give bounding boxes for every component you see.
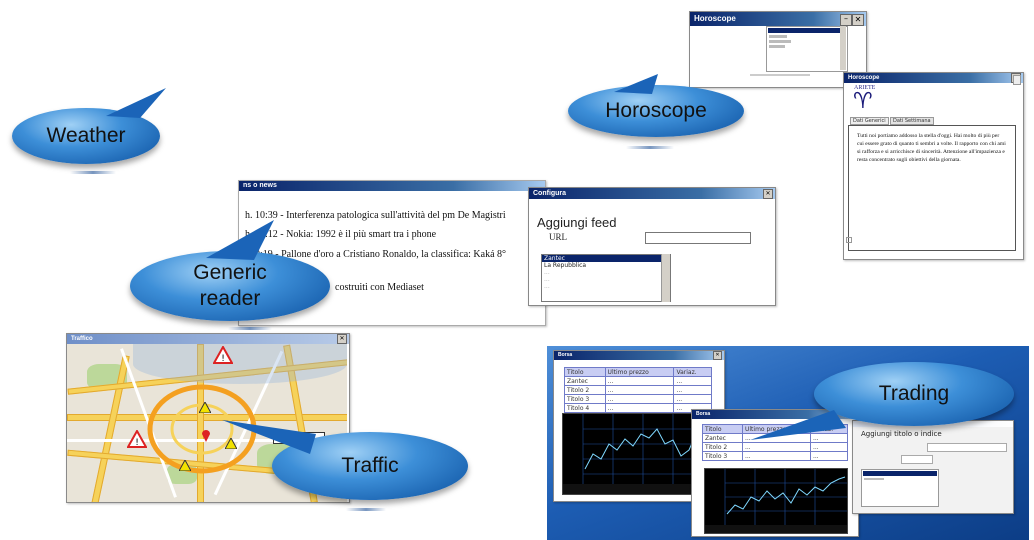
table-cell: ... xyxy=(604,394,675,404)
tab-dati-settimana[interactable]: Dati Settimana xyxy=(890,117,934,125)
traffic-reflection xyxy=(346,508,386,511)
close-button[interactable]: ✕ xyxy=(337,334,347,344)
horoscope-label: Horoscope xyxy=(605,99,707,122)
url-label: URL xyxy=(549,232,567,242)
feed-item[interactable]: ... xyxy=(542,269,670,276)
list-footer-text xyxy=(750,74,810,76)
table-header: Titolo xyxy=(702,424,743,434)
table-cell: ... xyxy=(673,394,712,404)
weather-bubble-tail xyxy=(106,88,166,118)
map-overlay xyxy=(133,344,347,384)
caution-icon[interactable] xyxy=(199,402,211,413)
table-row[interactable]: Titolo 2...... xyxy=(564,385,712,395)
reader-title: ns o news xyxy=(239,181,545,191)
price-chart-2 xyxy=(704,468,848,534)
table-cell: ... xyxy=(604,376,675,386)
horoscope-sign-title: Horoscope xyxy=(844,73,1023,83)
aries-icon: ♈ xyxy=(853,89,873,114)
generic-reader-bubble: Generic reader xyxy=(130,251,330,321)
close-button[interactable]: ✕ xyxy=(763,189,773,199)
market-select[interactable] xyxy=(901,455,933,464)
add-stock-heading: Aggiungi titolo o indice xyxy=(861,430,942,438)
table-cell: ... xyxy=(741,451,811,461)
weather-label: Weather xyxy=(46,124,126,147)
table-cell: Titolo 2 xyxy=(702,442,743,452)
table-cell: Titolo 3 xyxy=(564,394,606,404)
generic-reader-label-line2: reader xyxy=(199,287,261,310)
add-stock-window: Aggiungi titolo o indice xyxy=(852,420,1014,514)
stock-input[interactable] xyxy=(927,443,1007,452)
table-row[interactable]: Titolo 3...... xyxy=(564,394,712,404)
table-cell: Titolo 4 xyxy=(564,403,606,413)
trading-label: Trading xyxy=(878,382,950,405)
reader-line-1[interactable]: h. 10:39 - Interferenza patologica sull'… xyxy=(245,210,506,221)
caution-icon[interactable] xyxy=(179,460,191,471)
scroll-icon[interactable] xyxy=(1013,75,1021,85)
table-row[interactable]: Titolo 3...... xyxy=(702,451,849,461)
horoscope-list-window: Horoscope – ✕ xyxy=(689,11,867,88)
configure-title: Configura xyxy=(529,188,775,199)
url-input[interactable] xyxy=(645,232,751,244)
warning-icon[interactable]: ! xyxy=(213,346,233,364)
table-cell: ... xyxy=(604,385,675,395)
trading-title: Borsa xyxy=(554,351,724,360)
horoscope-bubble-tail xyxy=(614,74,658,94)
horoscope-sign-window: Horoscope ✕ ARIETE ♈ Dati Generici Dati … xyxy=(843,72,1024,260)
location-pin-icon[interactable] xyxy=(201,428,211,442)
horoscope-text-area: Tutti noi portiamo addosso la stella d'o… xyxy=(848,125,1016,251)
table-cell: Titolo 3 xyxy=(702,451,743,461)
generic-reader-label: Generic reader xyxy=(193,260,267,312)
table-cell: ... xyxy=(673,385,712,395)
table-header: Ultimo prezzo xyxy=(604,367,675,377)
close-button[interactable]: ✕ xyxy=(713,351,722,360)
table-cell: Zantec xyxy=(702,433,743,443)
table-header: Variaz. xyxy=(673,367,712,377)
table-cell: ... xyxy=(604,403,675,413)
close-button[interactable]: ✕ xyxy=(852,14,864,26)
feed-item[interactable]: ... xyxy=(542,283,670,290)
minimize-button[interactable]: – xyxy=(840,14,852,26)
feed-list-scrollbar[interactable] xyxy=(661,254,670,302)
horoscope-reflection xyxy=(626,146,674,149)
feed-list[interactable]: Zantec La Repubblica ... ... ... xyxy=(541,254,671,302)
svg-text:!: ! xyxy=(135,438,139,448)
table-row[interactable]: Titolo 4...... xyxy=(564,403,712,413)
traffic-bubble-tail xyxy=(222,420,316,454)
sign-list[interactable] xyxy=(766,26,848,72)
table-cell: Titolo 2 xyxy=(564,385,606,395)
generic-reader-bubble-tail xyxy=(206,220,274,260)
table-header: Titolo xyxy=(564,367,606,377)
tab-dati-generici[interactable]: Dati Generici xyxy=(850,117,889,125)
horoscope-text: Tutti noi portiamo addosso la stella d'o… xyxy=(857,133,1006,163)
table-cell: ... xyxy=(809,451,849,461)
table-cell: Zantec xyxy=(564,376,606,386)
table-row[interactable]: Titolo 2...... xyxy=(702,442,849,452)
small-marker xyxy=(846,237,852,243)
table-cell: ... xyxy=(741,442,811,452)
generic-reader-label-line1: Generic xyxy=(193,261,267,284)
stock-list[interactable] xyxy=(861,469,939,507)
warning-icon[interactable]: ! xyxy=(127,430,147,448)
svg-text:!: ! xyxy=(221,354,225,364)
feed-item[interactable]: Zantec xyxy=(542,255,670,262)
feed-item[interactable]: ... xyxy=(542,276,670,283)
traffic-label: Traffic xyxy=(341,454,399,477)
feed-item[interactable]: La Repubblica xyxy=(542,262,670,269)
list-scrollbar[interactable] xyxy=(840,26,846,70)
configure-window: Configura ✕ Aggiungi feed URL Zantec La … xyxy=(528,187,776,306)
reader-line-4[interactable]: costruiti con Mediaset xyxy=(335,282,424,293)
trading-bubble-tail xyxy=(750,410,846,440)
weather-reflection xyxy=(70,171,116,174)
traffic-title: Traffico xyxy=(67,334,349,344)
table-cell: ... xyxy=(673,376,712,386)
quote-table: Titolo Ultimo prezzo Variaz. Zantec...... … xyxy=(564,367,712,413)
add-feed-heading: Aggiungi feed xyxy=(537,215,617,230)
table-cell: ... xyxy=(809,442,849,452)
table-row[interactable]: Zantec...... xyxy=(564,376,712,386)
generic-reader-reflection xyxy=(228,327,272,330)
